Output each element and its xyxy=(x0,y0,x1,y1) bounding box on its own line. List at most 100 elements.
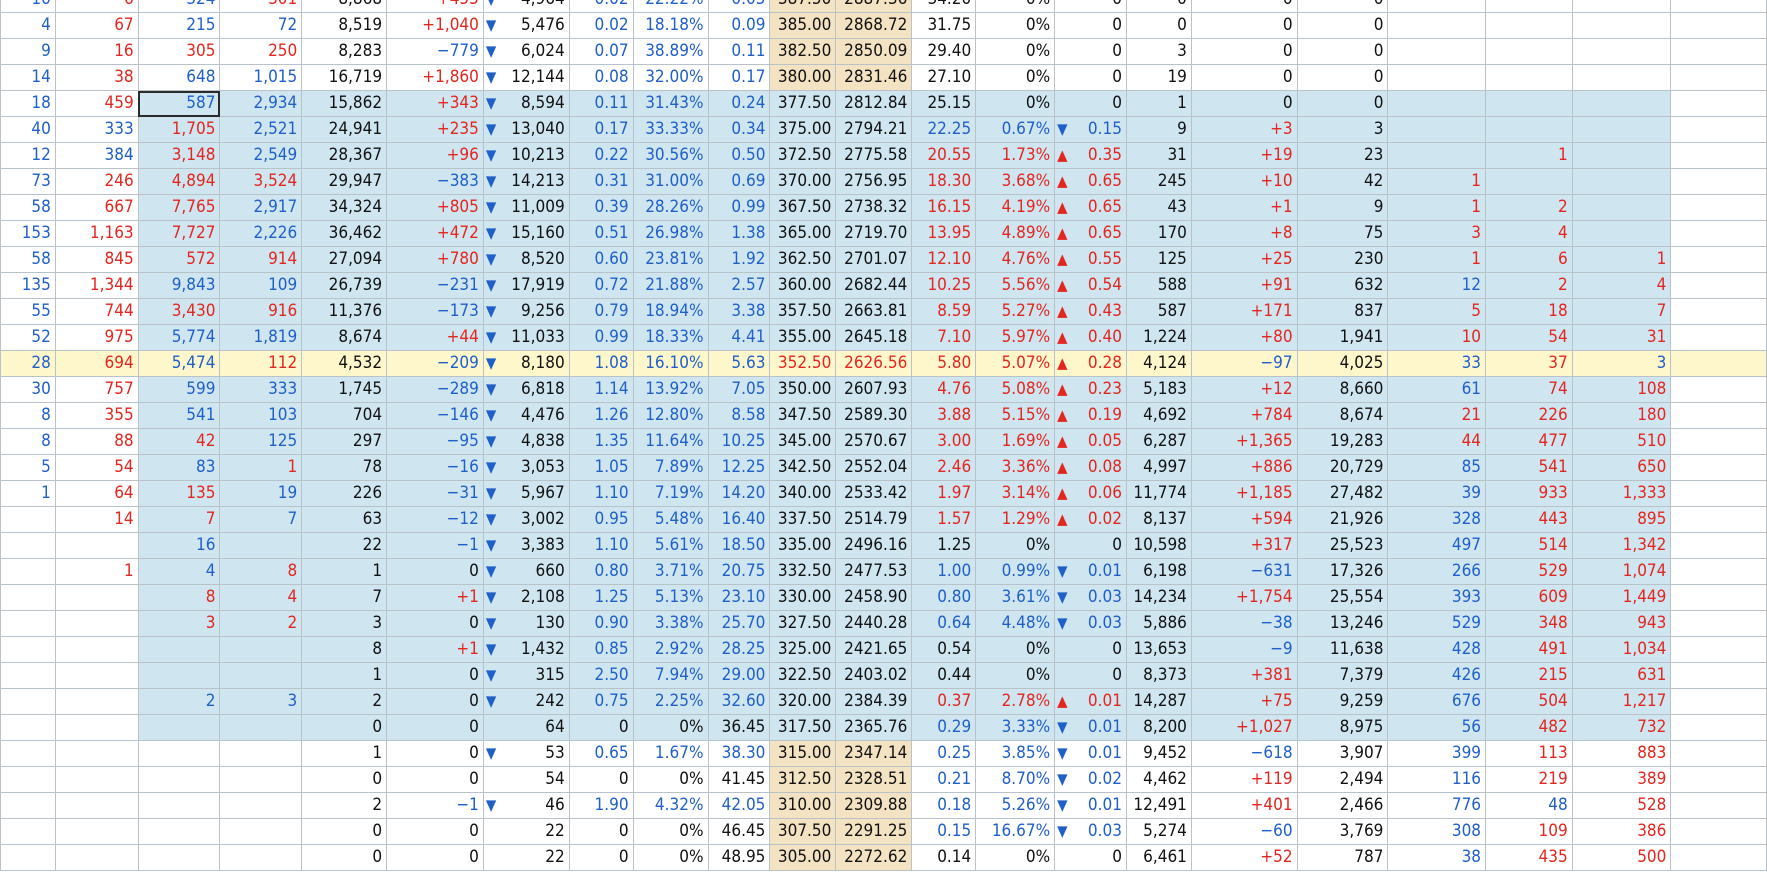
grid-cell[interactable]: 4,997 xyxy=(1125,454,1192,481)
grid-cell[interactable]: 36.45 xyxy=(707,714,771,741)
grid-cell[interactable]: 732 xyxy=(1571,714,1672,741)
grid-cell[interactable]: 10 xyxy=(0,0,56,13)
grid-cell[interactable]: 0 xyxy=(568,714,634,741)
grid-cell[interactable]: 26.98% xyxy=(632,220,709,247)
grid-cell[interactable]: 11,376 xyxy=(301,298,388,325)
grid-cell[interactable]: 52 xyxy=(0,324,56,351)
grid-cell[interactable]: 631 xyxy=(1571,662,1672,689)
grid-cell[interactable]: 609 xyxy=(1485,584,1573,611)
grid-cell[interactable]: 1,449 xyxy=(1571,584,1672,611)
grid-cell[interactable] xyxy=(1485,90,1573,117)
grid-cell[interactable]: 2347.14 xyxy=(835,740,913,767)
grid-cell[interactable]: −618 xyxy=(1190,740,1298,767)
grid-cell[interactable]: 0 xyxy=(301,766,388,793)
grid-cell[interactable]: 0.24 xyxy=(707,90,771,117)
grid-cell[interactable]: 5.63 xyxy=(707,350,771,377)
grid-cell[interactable]: 1.14 xyxy=(568,376,634,403)
grid-cell[interactable]: 2,521 xyxy=(219,116,303,143)
grid-cell[interactable]: 370.00 xyxy=(769,168,837,195)
grid-cell[interactable]: 0.08 xyxy=(568,64,634,91)
grid-cell[interactable]: 342.50 xyxy=(769,454,837,481)
grid-cell[interactable]: ▼4,964 xyxy=(482,0,570,13)
grid-cell[interactable]: 0 xyxy=(386,844,484,871)
grid-cell[interactable]: 43 xyxy=(1125,194,1192,221)
grid-cell[interactable] xyxy=(1670,116,1767,143)
grid-cell[interactable]: 13.95 xyxy=(911,220,977,247)
grid-cell[interactable]: 3.61% xyxy=(975,584,1056,611)
grid-cell[interactable] xyxy=(1571,194,1672,221)
grid-cell[interactable]: 3.33% xyxy=(975,714,1056,741)
grid-cell[interactable]: 1.05 xyxy=(568,454,634,481)
grid-cell[interactable]: 333 xyxy=(54,116,139,143)
grid-cell[interactable]: 0.80 xyxy=(568,558,634,585)
grid-cell[interactable]: 0.50 xyxy=(707,142,771,169)
grid-cell[interactable]: 18.94% xyxy=(632,298,709,325)
grid-cell[interactable]: +52 xyxy=(1190,844,1298,871)
grid-cell[interactable]: 0% xyxy=(975,662,1056,689)
grid-cell[interactable]: 1,163 xyxy=(54,220,139,247)
grid-cell[interactable]: 5.56% xyxy=(975,272,1056,299)
grid-cell[interactable]: 324 xyxy=(137,0,221,13)
grid-cell[interactable]: 0 xyxy=(1190,38,1298,65)
grid-cell[interactable]: 8,373 xyxy=(1125,662,1192,689)
grid-cell[interactable]: 29,947 xyxy=(301,168,388,195)
grid-cell[interactable]: 61 xyxy=(1387,376,1487,403)
grid-cell[interactable]: ▼ 0.03 xyxy=(1054,584,1127,611)
grid-cell[interactable]: 2365.76 xyxy=(835,714,913,741)
grid-cell[interactable] xyxy=(137,714,221,741)
grid-cell[interactable]: 3 xyxy=(301,610,388,637)
grid-cell[interactable]: 0 xyxy=(1054,0,1127,13)
grid-cell[interactable]: 0.99% xyxy=(975,558,1056,585)
grid-cell[interactable]: 0 xyxy=(1054,90,1127,117)
grid-cell[interactable]: 85 xyxy=(1387,454,1487,481)
grid-cell[interactable] xyxy=(54,636,139,663)
grid-cell[interactable]: 14 xyxy=(54,506,139,533)
grid-cell[interactable]: 226 xyxy=(301,480,388,507)
grid-cell[interactable] xyxy=(0,506,56,533)
grid-cell[interactable]: 12 xyxy=(1387,272,1487,299)
grid-cell[interactable] xyxy=(1670,142,1767,169)
grid-cell[interactable]: 1 xyxy=(54,558,139,585)
grid-cell[interactable]: 305 xyxy=(137,38,221,65)
grid-cell[interactable]: 0% xyxy=(975,0,1056,13)
grid-cell[interactable]: 34.20 xyxy=(911,0,977,13)
grid-cell[interactable]: +455 xyxy=(386,0,484,13)
grid-cell[interactable]: 365.00 xyxy=(769,220,837,247)
grid-cell[interactable]: 6 xyxy=(54,0,139,13)
grid-cell[interactable]: 1,217 xyxy=(1571,688,1672,715)
grid-cell[interactable]: 310.00 xyxy=(769,792,837,819)
grid-cell[interactable]: 1.90 xyxy=(568,792,634,819)
grid-cell[interactable]: 0% xyxy=(975,64,1056,91)
grid-cell[interactable] xyxy=(54,792,139,819)
grid-cell[interactable]: 0.99 xyxy=(707,194,771,221)
grid-cell[interactable]: 3 xyxy=(1296,116,1389,143)
grid-cell[interactable]: 219 xyxy=(1485,766,1573,793)
grid-cell[interactable]: 1,342 xyxy=(1571,532,1672,559)
grid-cell[interactable]: −9 xyxy=(1190,636,1298,663)
grid-cell[interactable]: ▼ 0.15 xyxy=(1054,116,1127,143)
grid-cell[interactable]: 883 xyxy=(1571,740,1672,767)
grid-cell[interactable]: 1,705 xyxy=(137,116,221,143)
grid-cell[interactable]: 1.29% xyxy=(975,506,1056,533)
grid-cell[interactable]: 226 xyxy=(1485,402,1573,429)
grid-cell[interactable]: 31.43% xyxy=(632,90,709,117)
grid-cell[interactable]: 7 xyxy=(137,506,221,533)
grid-cell[interactable]: 482 xyxy=(1485,714,1573,741)
grid-cell[interactable]: 587 xyxy=(137,90,221,117)
grid-cell[interactable] xyxy=(0,740,56,767)
grid-cell[interactable]: 23.10 xyxy=(707,584,771,611)
grid-cell[interactable]: −1 xyxy=(386,792,484,819)
grid-cell[interactable]: ▲ 0.28 xyxy=(1054,350,1127,377)
grid-cell[interactable]: 2272.62 xyxy=(835,844,913,871)
grid-cell[interactable] xyxy=(1387,90,1487,117)
grid-cell[interactable]: 386 xyxy=(1571,818,1672,845)
grid-cell[interactable]: +343 xyxy=(386,90,484,117)
grid-cell[interactable]: 2831.46 xyxy=(835,64,913,91)
grid-cell[interactable]: 58 xyxy=(0,246,56,273)
grid-cell[interactable]: 4,894 xyxy=(137,168,221,195)
grid-cell[interactable]: 2701.07 xyxy=(835,246,913,273)
grid-cell[interactable]: 776 xyxy=(1387,792,1487,819)
grid-cell[interactable]: 2458.90 xyxy=(835,584,913,611)
grid-cell[interactable]: −779 xyxy=(386,38,484,65)
grid-cell[interactable]: 0.99 xyxy=(568,324,634,351)
